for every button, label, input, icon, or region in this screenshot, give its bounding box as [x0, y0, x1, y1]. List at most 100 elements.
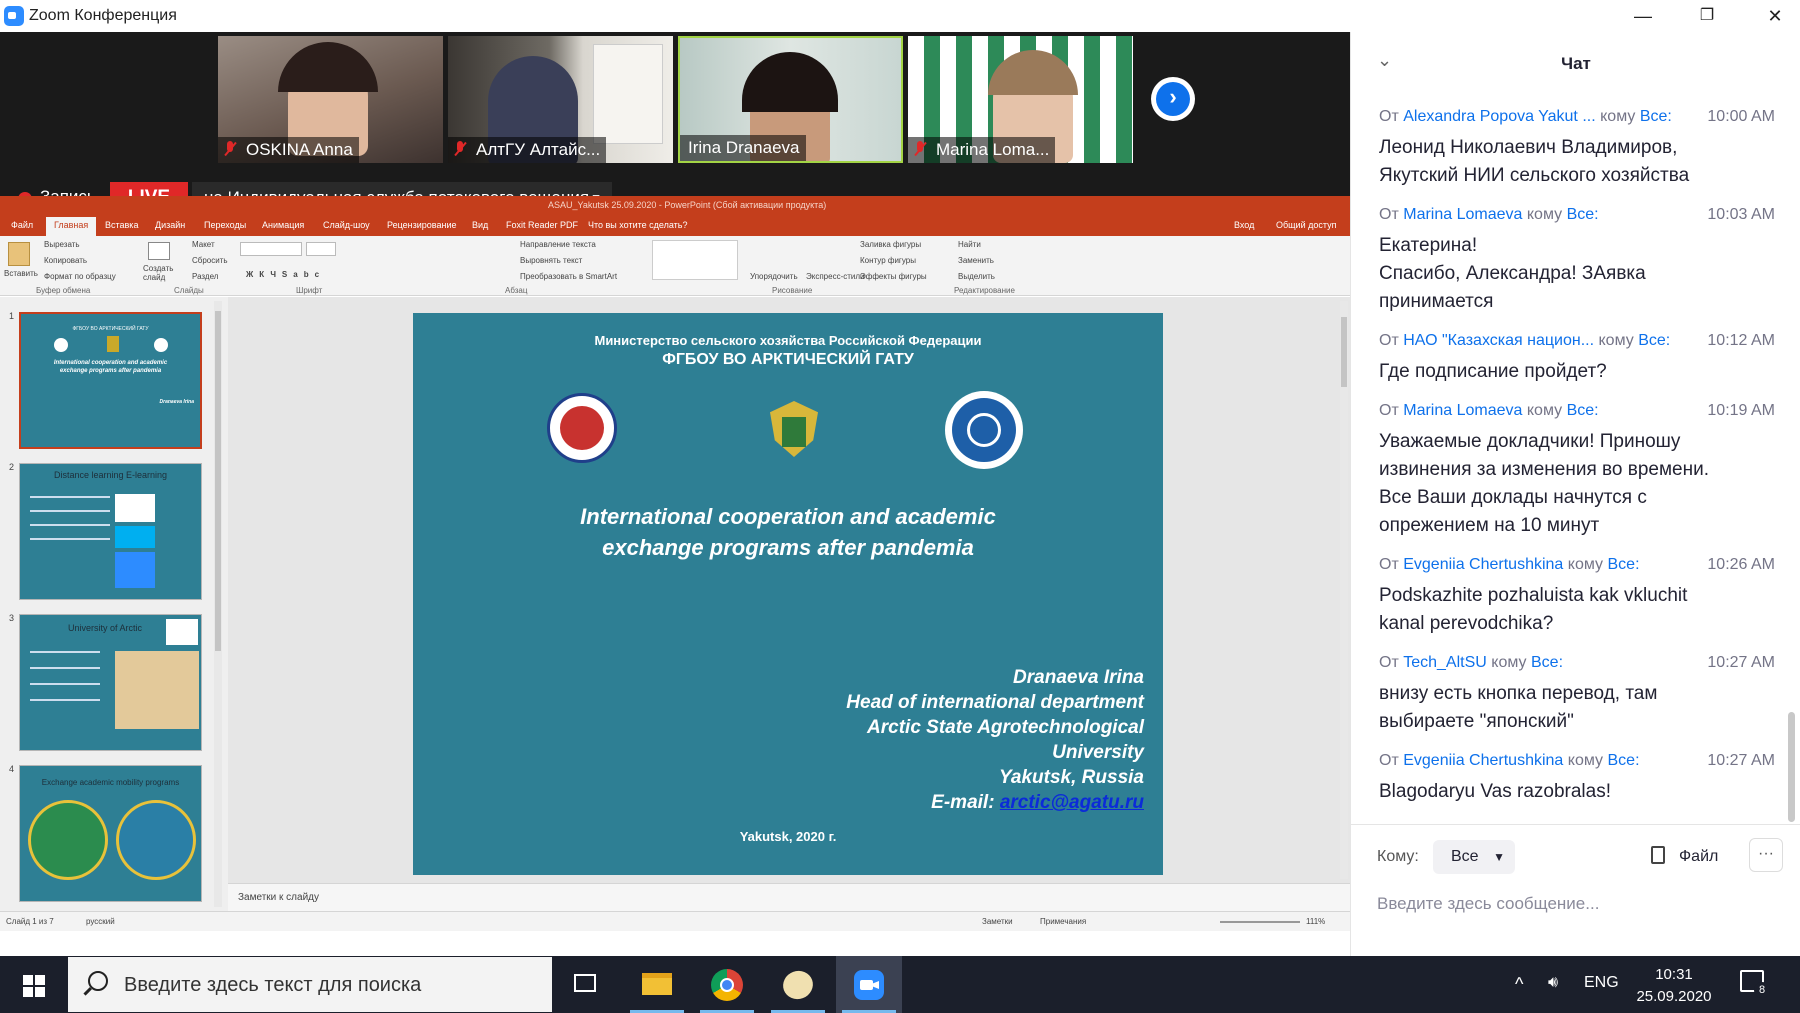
message-recipient[interactable]: Все:: [1567, 206, 1599, 223]
message-sender[interactable]: Alexandra Popova Yakut ...: [1403, 108, 1595, 125]
section-button[interactable]: Раздел: [192, 272, 218, 281]
message-recipient[interactable]: Все:: [1608, 752, 1640, 769]
slide-scrollbar[interactable]: [1340, 301, 1348, 879]
task-view-button[interactable]: [552, 956, 618, 1013]
font-size-select[interactable]: [306, 242, 336, 256]
close-button[interactable]: ✕: [1752, 0, 1798, 32]
slide-author-name: Dranaeva Irina: [1013, 667, 1144, 688]
input-language[interactable]: ENG: [1584, 974, 1619, 992]
clock-time: 10:31: [1655, 966, 1693, 983]
slide-thumbnail-1[interactable]: ФГБОУ ВО АРКТИЧЕСКИЙ ГАТУ International …: [19, 312, 202, 449]
taskbar-paint[interactable]: [765, 956, 831, 1013]
windows-start-icon[interactable]: [23, 975, 45, 997]
taskbar-clock[interactable]: 10:31 25.09.2020: [1632, 964, 1716, 1008]
ppt-tab-slideshow[interactable]: Слайд-шоу: [323, 220, 370, 230]
reset-button[interactable]: Сбросить: [192, 256, 228, 265]
ppt-tab-transitions[interactable]: Переходы: [204, 220, 246, 230]
smartart-button[interactable]: Преобразовать в SmartArt: [520, 272, 617, 281]
copy-button[interactable]: Копировать: [44, 256, 87, 265]
slide-notes-field[interactable]: Заметки к слайду: [228, 883, 1350, 911]
shape-fill-button[interactable]: Заливка фигуры: [860, 240, 921, 249]
next-participants-button[interactable]: ›: [1151, 77, 1195, 121]
message-sender[interactable]: Marina Lomaeva: [1403, 402, 1522, 419]
to-label: кому: [1491, 654, 1527, 671]
participant-tile-active-speaker[interactable]: Irina Dranaeva: [678, 36, 903, 163]
comments-toggle[interactable]: Примечания: [1040, 917, 1086, 926]
arrange-button[interactable]: Упорядочить: [750, 272, 798, 281]
zoom-slider[interactable]: [1220, 921, 1300, 923]
slide-thumbnail-4[interactable]: Exchange academic mobility programs: [19, 765, 202, 902]
ppt-tab-file[interactable]: Файл: [11, 220, 33, 230]
new-slide-icon[interactable]: [148, 242, 170, 260]
taskbar-zoom[interactable]: [836, 956, 902, 1013]
message-recipient[interactable]: Все:: [1567, 402, 1599, 419]
ppt-tell-me[interactable]: Что вы хотите сделать?: [588, 220, 688, 230]
find-button[interactable]: Найти: [958, 240, 981, 249]
ppt-tab-design[interactable]: Дизайн: [155, 220, 185, 230]
current-slide[interactable]: Министерство сельского хозяйства Российс…: [413, 313, 1163, 875]
paste-icon[interactable]: [8, 242, 30, 266]
message-recipient[interactable]: Все:: [1531, 654, 1563, 671]
show-hidden-icons-chevron-up-icon[interactable]: ^: [1515, 974, 1523, 995]
file-button[interactable]: Файл: [1651, 840, 1718, 874]
ppt-tab-home[interactable]: Главная: [46, 217, 97, 236]
participant-tile[interactable]: Marina Loma...: [908, 36, 1133, 163]
taskbar-chrome[interactable]: [694, 956, 760, 1013]
quick-styles-button[interactable]: Экспресс-стили: [806, 272, 865, 281]
ppt-tab-review[interactable]: Рецензирование: [387, 220, 457, 230]
message-sender[interactable]: Evgeniia Chertushkina: [1403, 752, 1563, 769]
slide-thumbnail-2[interactable]: Distance learning E-learning: [19, 463, 202, 600]
shapes-gallery[interactable]: [652, 240, 738, 280]
taskbar-search-box[interactable]: Введите здесь текст для поиска: [68, 957, 552, 1012]
format-painter-button[interactable]: Формат по образцу: [44, 272, 116, 281]
message-sender[interactable]: Evgeniia Chertushkina: [1403, 556, 1563, 573]
recipient-select[interactable]: Все ▼: [1433, 840, 1515, 874]
paste-button[interactable]: Вставить: [4, 269, 38, 278]
restore-button[interactable]: ❐: [1684, 0, 1730, 32]
chat-scrollbar[interactable]: [1788, 712, 1795, 822]
text-direction-button[interactable]: Направление текста: [520, 240, 596, 249]
thumbnail-scrollbar[interactable]: [214, 301, 222, 907]
volume-icon[interactable]: 🔊︎: [1548, 974, 1558, 992]
message-sender[interactable]: Tech_AltSU: [1403, 654, 1487, 671]
layout-button[interactable]: Макет: [192, 240, 215, 249]
message-sender[interactable]: Marina Lomaeva: [1403, 206, 1522, 223]
message-recipient[interactable]: Все:: [1638, 332, 1670, 349]
language-indicator[interactable]: русский: [86, 917, 115, 926]
participant-tile[interactable]: АлтГУ Алтайс...: [448, 36, 673, 163]
message-time: 10:19 AM: [1707, 402, 1775, 419]
message-text: внизу есть кнопка перевод, там выбираете…: [1379, 683, 1658, 732]
action-center-icon[interactable]: 8: [1740, 970, 1770, 998]
ppt-tab-animation[interactable]: Анимация: [262, 220, 304, 230]
cut-button[interactable]: Вырезать: [44, 240, 80, 249]
font-family-select[interactable]: [240, 242, 302, 256]
participant-tile[interactable]: OSKINA Anna: [218, 36, 443, 163]
replace-button[interactable]: Заменить: [958, 256, 994, 265]
ppt-tab-insert[interactable]: Вставка: [105, 220, 138, 230]
new-slide-button[interactable]: Создать слайд: [143, 264, 177, 282]
notes-toggle[interactable]: Заметки: [982, 917, 1013, 926]
slide-thumbnail-3[interactable]: University of Arctic: [19, 614, 202, 751]
ppt-tab-foxit[interactable]: Foxit Reader PDF: [506, 220, 578, 230]
ppt-tab-view[interactable]: Вид: [472, 220, 488, 230]
email-link[interactable]: arctic@agatu.ru: [1000, 792, 1144, 813]
ppt-share-button[interactable]: Общий доступ: [1276, 220, 1336, 230]
font-style-buttons[interactable]: ЖКЧSabc: [246, 270, 325, 279]
align-text-button[interactable]: Выровнять текст: [520, 256, 582, 265]
message-time: 10:03 AM: [1707, 206, 1775, 223]
message-recipient[interactable]: Все:: [1608, 556, 1640, 573]
thumb-text: ФГБОУ ВО АРКТИЧЕСКИЙ ГАТУ: [72, 326, 149, 332]
more-options-button[interactable]: ···: [1749, 838, 1783, 872]
select-button[interactable]: Выделить: [958, 272, 995, 281]
message-recipient[interactable]: Все:: [1640, 108, 1672, 125]
shape-outline-button[interactable]: Контур фигуры: [860, 256, 916, 265]
ppt-sign-in[interactable]: Вход: [1234, 220, 1254, 230]
taskbar-explorer[interactable]: [624, 956, 690, 1013]
shape-effects-button[interactable]: Эффекты фигуры: [860, 272, 927, 281]
message-sender[interactable]: НАО "Казахская национ...: [1403, 332, 1594, 349]
slide-university-name: ФГБОУ ВО АРКТИЧЕСКИЙ ГАТУ: [662, 351, 914, 368]
thumb-text: Dranaeva Irina: [159, 399, 194, 405]
zoom-level[interactable]: 111%: [1306, 917, 1325, 926]
chat-message-input[interactable]: Введите здесь сообщение...: [1377, 884, 1777, 924]
minimize-button[interactable]: —: [1620, 0, 1666, 32]
